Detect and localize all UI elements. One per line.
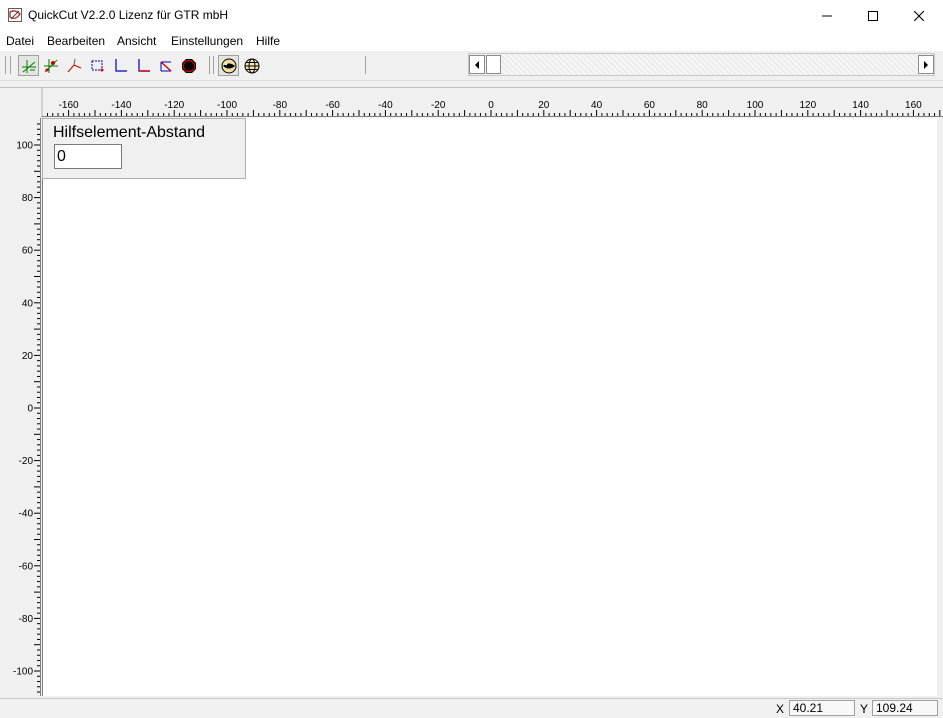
ruler-label: 40 [591,100,603,111]
title-bar: QuickCut V2.2.0 Lizenz für GTR mbH [0,0,943,31]
helper-line-tool-button[interactable] [18,55,39,76]
ruler-label: -160 [59,100,79,111]
menu-bearbeiten[interactable]: Bearbeiten [47,34,105,48]
corner-red-tool-button[interactable] [132,55,153,76]
ruler-label: -20 [431,100,446,111]
ruler-label: 60 [644,100,656,111]
ruler-label: -40 [378,100,393,111]
helper-line-tool-icon [21,59,36,73]
x-coordinate-label: X [776,702,785,716]
globe-button[interactable] [241,55,262,76]
toolbar-grip [10,56,11,74]
ruler-label: 100 [747,100,764,111]
menu-einstellungen[interactable]: Einstellungen [171,34,243,48]
ruler-label: -120 [164,100,184,111]
helper-distance-label: Hilfselement-Abstand [53,124,206,141]
ruler-label: -20 [19,456,34,467]
window-edge [937,118,943,696]
close-button[interactable] [896,0,942,31]
ruler-label: -40 [19,509,34,520]
ball-button[interactable] [218,55,239,76]
helper-distance-input[interactable] [54,144,122,169]
ruler-label: -60 [325,100,340,111]
scroll-right-button[interactable] [918,55,934,74]
ruler-label: -80 [19,614,34,625]
corner-tool-icon [114,58,127,72]
stop-icon [181,58,196,73]
toolbar-grip [5,56,6,74]
horizontal-scrollbar[interactable] [468,53,935,76]
close-icon [914,10,924,21]
angle-line-tool-button[interactable] [63,55,84,76]
ruler-label: -140 [111,100,131,111]
ball-icon [221,58,236,73]
ruler-label: 120 [799,100,816,111]
maximize-icon [868,10,878,21]
ruler-label: 20 [538,100,550,111]
helper-point-tool-button[interactable] [40,55,61,76]
corner-tool-button[interactable] [109,55,130,76]
delete-tool-icon [160,60,171,72]
corner-red-tool-icon [137,58,150,72]
menu-bar: Datei Bearbeiten Ansicht Einstellungen H… [0,31,943,51]
ruler-label: -100 [217,100,237,111]
scroll-thumb[interactable] [486,55,501,74]
quickcut-app-icon [8,8,22,22]
minimize-button[interactable] [804,0,850,31]
vertical-ruler: 100 80 60 40 20 0 -20 -40 -60 -80 -100 [13,118,41,696]
status-bar: X 40.21 Y 109.24 [0,698,943,718]
ruler-label: 0 [488,100,494,111]
y-coordinate-value: 109.24 [872,700,938,716]
toolbar-separator [209,56,210,74]
ruler-label: -80 [273,100,288,111]
scroll-left-button[interactable] [469,55,485,74]
x-coordinate-value: 40.21 [789,700,855,716]
menu-datei[interactable]: Datei [6,34,34,48]
ruler-label: 140 [852,100,869,111]
window-title: QuickCut V2.2.0 Lizenz für GTR mbH [28,8,229,22]
toolbar-separator [213,56,214,74]
delete-tool-button[interactable] [155,55,176,76]
helper-point-tool-icon [43,58,58,73]
arrow-left-icon [475,60,479,69]
horizontal-ruler: -160 -140 -120 -100 -80 -60 -40 -20 0 20 40 60 80 100… [0,87,943,118]
y-coordinate-label: Y [860,702,869,716]
globe-icon [244,58,259,73]
ruler-label: 80 [697,100,709,111]
ruler-label: 160 [905,100,922,111]
rectangle-tool-button[interactable] [86,55,107,76]
menu-hilfe[interactable]: Hilfe [256,34,280,48]
maximize-button[interactable] [850,0,896,31]
arrow-right-icon [924,60,928,69]
menu-ansicht[interactable]: Ansicht [117,34,156,48]
ruler-label: 100 [16,141,33,152]
ruler-label: 60 [22,246,34,257]
ruler-label: -60 [19,561,34,572]
ruler-label: 40 [22,298,34,309]
angle-line-tool-icon [67,58,81,72]
rectangle-tool-icon [91,60,103,71]
helper-distance-panel: Hilfselement-Abstand [42,118,246,179]
stop-button[interactable] [178,55,199,76]
ruler-label: 20 [22,351,34,362]
ruler-label: 0 [27,404,33,415]
ruler-label: 80 [22,193,34,204]
ruler-label: -100 [13,667,33,678]
drawing-canvas[interactable] [42,118,937,696]
minimize-icon [822,15,832,16]
toolbar-separator [365,56,366,74]
